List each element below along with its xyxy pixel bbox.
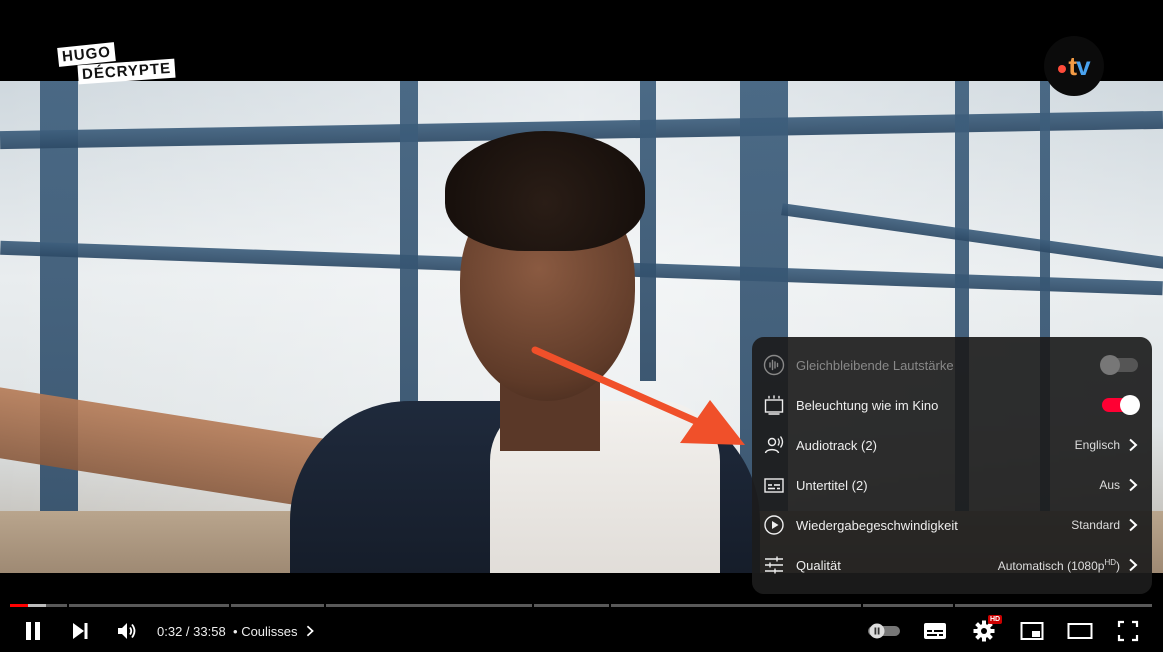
fullscreen-button[interactable] <box>1113 618 1143 644</box>
stable-volume-toggle[interactable] <box>1100 355 1138 375</box>
miniplayer-button[interactable] <box>1017 618 1047 644</box>
progress-played <box>10 604 28 607</box>
chapter-segment <box>534 604 609 607</box>
playback-speed-icon <box>762 513 786 537</box>
broadcaster-logo-text: tv <box>1068 50 1090 81</box>
menu-item-label: Qualität <box>796 557 841 573</box>
menu-item-label: Gleichbleibende Lautstärke <box>796 357 954 373</box>
skip-next-icon <box>73 623 88 639</box>
fullscreen-icon <box>1117 620 1139 642</box>
audio-track-value: Englisch <box>1074 438 1120 452</box>
ambient-mode-icon <box>762 393 786 417</box>
chevron-right-icon <box>1129 478 1138 492</box>
theater-mode-icon <box>1067 623 1093 639</box>
stable-volume-icon <box>762 353 786 377</box>
menu-item-stable-volume[interactable]: Gleichbleibende Lautstärke <box>752 345 1152 385</box>
video-player[interactable]: HUGO DÉCRYPTE tv Gleichbleibende Lautstä… <box>0 0 1163 652</box>
volume-button[interactable] <box>112 618 142 644</box>
autoplay-icon <box>868 623 900 639</box>
miniplayer-icon <box>1020 622 1044 640</box>
chapter-segment <box>326 604 532 607</box>
menu-item-quality[interactable]: Qualität Automatisch (1080pHD) <box>752 545 1152 585</box>
subtitles-value: Aus <box>1099 478 1120 492</box>
next-button[interactable] <box>65 618 95 644</box>
audio-track-icon <box>762 433 786 457</box>
pause-button[interactable] <box>18 618 48 644</box>
chapter-segment <box>955 604 1152 607</box>
hd-badge: HD <box>988 615 1003 624</box>
settings-menu: Gleichbleibende Lautstärke Beleuchtung w… <box>752 337 1152 594</box>
chapter-title[interactable]: • Coulisses <box>233 624 315 639</box>
chapter-segment <box>231 604 324 607</box>
theater-mode-button[interactable] <box>1065 618 1095 644</box>
chapter-segment <box>863 604 953 607</box>
subtitles-icon <box>924 623 946 639</box>
chevron-right-icon <box>307 625 315 637</box>
quality-value: Automatisch (1080pHD) <box>997 557 1120 573</box>
chevron-right-icon <box>1129 558 1138 572</box>
time-display: 0:32 / 33:58 <box>157 624 226 639</box>
person-hair <box>445 131 645 251</box>
window-beam <box>40 81 78 573</box>
player-controls: 0:32 / 33:58 • Coulisses HD <box>0 612 1163 652</box>
person <box>270 101 770 573</box>
settings-button[interactable]: HD <box>969 615 1003 644</box>
volume-icon <box>118 623 136 639</box>
menu-item-label: Beleuchtung wie im Kino <box>796 397 939 413</box>
playback-speed-value: Standard <box>1071 518 1120 532</box>
chapter-segment <box>611 604 861 607</box>
menu-item-playback-speed[interactable]: Wiedergabegeschwindigkeit Standard <box>752 505 1152 545</box>
menu-item-label: Untertitel (2) <box>796 477 868 493</box>
quality-icon <box>762 553 786 577</box>
menu-item-subtitles[interactable]: Untertitel (2) Aus <box>752 465 1152 505</box>
menu-item-ambient-mode[interactable]: Beleuchtung wie im Kino <box>752 385 1152 425</box>
chevron-right-icon <box>1129 518 1138 532</box>
autoplay-toggle[interactable] <box>866 618 902 644</box>
subtitles-button[interactable] <box>920 618 950 644</box>
pause-icon <box>26 622 40 640</box>
broadcaster-logo-dot <box>1058 65 1067 73</box>
subtitles-icon <box>762 473 786 497</box>
chapter-segment <box>69 604 229 607</box>
menu-item-label: Wiedergabegeschwindigkeit <box>796 517 958 533</box>
chevron-right-icon <box>1129 438 1138 452</box>
annotation-arrow-icon <box>531 346 745 445</box>
menu-item-label: Audiotrack (2) <box>796 437 877 453</box>
channel-logo: HUGO DÉCRYPTE <box>57 42 182 87</box>
broadcaster-logo: tv <box>1044 36 1104 96</box>
progress-bar[interactable] <box>10 604 1152 607</box>
menu-item-audio-track[interactable]: Audiotrack (2) Englisch <box>752 425 1152 465</box>
ambient-mode-toggle[interactable] <box>1102 395 1140 415</box>
